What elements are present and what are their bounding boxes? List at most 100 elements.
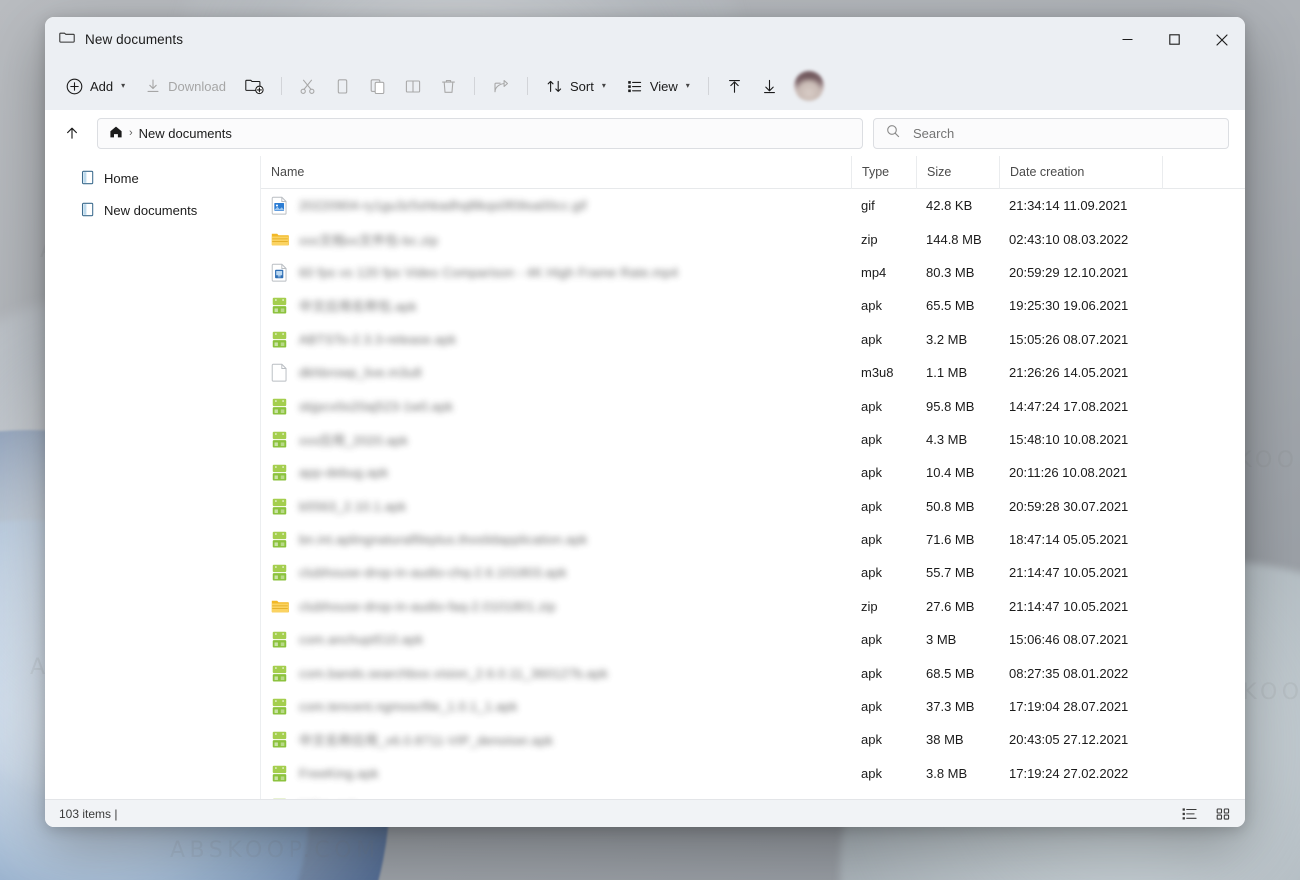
- table-row[interactable]: Hdiav.apkapk33.7 MB16:14:07 14.02.2022: [261, 790, 1245, 799]
- file-name-cell[interactable]: xxx文档xx文件包-bc.zip: [261, 230, 851, 249]
- avatar[interactable]: [794, 71, 824, 101]
- file-name-cell[interactable]: FreeKing.apk: [261, 764, 851, 783]
- copy-button[interactable]: [326, 70, 359, 102]
- file-type-cell: mp4: [851, 265, 916, 280]
- table-row[interactable]: dkhbrowp_live.m3u8m3u81.1 MB21:26:26 14.…: [261, 356, 1245, 389]
- file-name-cell[interactable]: 中文名称应用_v6.0.8711-VIP_denoiser.apk: [261, 730, 851, 749]
- file-name-cell[interactable]: Hdiav.apk: [261, 797, 851, 799]
- file-name-cell[interactable]: 60 fps vs 120 fps Video Comparison - 4K …: [261, 263, 851, 282]
- file-name-label: xxx文档xx文件包-bc.zip: [299, 230, 438, 249]
- file-name-label: clubhouse-drop-in-audio-chq-2.6.101803.a…: [299, 565, 567, 580]
- table-row[interactable]: ABTSTo-2.3.3-release.apkapk3.2 MB15:05:2…: [261, 323, 1245, 356]
- file-name-cell[interactable]: com.anchupt510.apk: [261, 630, 851, 649]
- file-name-cell[interactable]: xxx应用_2020.apk: [261, 430, 851, 449]
- file-type-cell: apk: [851, 298, 916, 313]
- new-folder-button[interactable]: [237, 70, 272, 102]
- file-name-cell[interactable]: 20220904-ry1gu3z5shkadhq8lkqs0f09sa00cc.…: [261, 196, 851, 215]
- file-name-cell[interactable]: clubhouse-drop-in-audio-chq-2.6.101803.a…: [261, 563, 851, 582]
- address-bar[interactable]: › New documents: [97, 118, 863, 149]
- table-row[interactable]: 60 fps vs 120 fps Video Comparison - 4K …: [261, 256, 1245, 289]
- column-header-size[interactable]: Size: [916, 156, 999, 189]
- table-row[interactable]: xxx文档xx文件包-bc.zipzip144.8 MB02:43:10 08.…: [261, 222, 1245, 255]
- file-name-cell[interactable]: com.bands.searchbox.vision_2.6.0.11_3601…: [261, 664, 851, 683]
- minimize-button[interactable]: [1104, 17, 1151, 62]
- table-row[interactable]: com.anchupt510.apkapk3 MB15:06:46 08.07.…: [261, 623, 1245, 656]
- file-name-cell[interactable]: com.tencent.ngmoscfile_1.0.1_1.apk: [261, 697, 851, 716]
- details-view-button[interactable]: [1177, 803, 1201, 825]
- chevron-down-icon: ▾: [121, 82, 125, 90]
- upload-button[interactable]: [718, 70, 751, 102]
- file-name-label: clubhouse-drop-in-audio-faq-2.0101801.zi…: [299, 599, 556, 614]
- file-name-label: app-debug.apk: [299, 465, 388, 480]
- column-header-type[interactable]: Type: [851, 156, 916, 189]
- file-type-cell: apk: [851, 432, 916, 447]
- column-header-date[interactable]: Date creation: [999, 156, 1162, 189]
- sort-label: Sort: [570, 79, 594, 94]
- file-type-cell: apk: [851, 565, 916, 580]
- sidebar-item-home[interactable]: Home: [73, 163, 252, 194]
- table-row[interactable]: xxx应用_2020.apkapk4.3 MB15:48:10 10.08.20…: [261, 423, 1245, 456]
- table-row[interactable]: app-debug.apkapk10.4 MB20:11:26 10.08.20…: [261, 456, 1245, 489]
- file-name-cell[interactable]: clubhouse-drop-in-audio-faq-2.0101801.zi…: [261, 597, 851, 616]
- file-size-cell: 3 MB: [916, 632, 999, 647]
- table-row[interactable]: FreeKing.apkapk3.8 MB17:19:24 27.02.2022: [261, 757, 1245, 790]
- file-type-cell: apk: [851, 732, 916, 747]
- table-row[interactable]: b5563_2.10.1.apkapk50.8 MB20:59:28 30.07…: [261, 490, 1245, 523]
- file-name-cell[interactable]: 中文应用名称包.apk: [261, 296, 851, 315]
- sidebar-item-new-documents[interactable]: New documents: [73, 195, 252, 226]
- maximize-button[interactable]: [1151, 17, 1198, 62]
- file-date-cell: 20:43:05 27.12.2021: [999, 732, 1162, 747]
- breadcrumb[interactable]: New documents: [139, 126, 232, 141]
- file-name-cell[interactable]: bn.int.aplingnaturalfileplus.thoslidappl…: [261, 530, 851, 549]
- file-type-cell: apk: [851, 632, 916, 647]
- apk-file-icon: [271, 630, 288, 649]
- file-list[interactable]: 20220904-ry1gu3z5shkadhq8lkqs0f09sa00cc.…: [261, 189, 1245, 799]
- toolbar-divider: [708, 77, 709, 95]
- file-size-cell: 71.6 MB: [916, 532, 999, 547]
- large-icons-view-button[interactable]: [1211, 803, 1235, 825]
- file-date-cell: 14:47:24 17.08.2021: [999, 399, 1162, 414]
- file-date-cell: 15:48:10 10.08.2021: [999, 432, 1162, 447]
- home-icon[interactable]: [109, 125, 123, 142]
- window-title: New documents: [85, 32, 183, 47]
- share-button[interactable]: [484, 70, 518, 102]
- table-row[interactable]: com.tencent.ngmoscfile_1.0.1_1.apkapk37.…: [261, 690, 1245, 723]
- file-type-cell: apk: [851, 499, 916, 514]
- add-button[interactable]: Add ▾: [57, 70, 134, 102]
- table-row[interactable]: clubhouse-drop-in-audio-chq-2.6.101803.a…: [261, 556, 1245, 589]
- file-name-cell[interactable]: skjpcv0o20aj523-1w0.apk: [261, 397, 851, 416]
- download-button[interactable]: Download: [136, 70, 235, 102]
- view-icon: [626, 78, 643, 95]
- paste-button[interactable]: [361, 70, 394, 102]
- file-type-cell: zip: [851, 232, 916, 247]
- table-row[interactable]: skjpcv0o20aj523-1w0.apkapk95.8 MB14:47:2…: [261, 389, 1245, 422]
- file-type-cell: m3u8: [851, 365, 916, 380]
- table-row[interactable]: 中文应用名称包.apkapk65.5 MB19:25:30 19.06.2021: [261, 289, 1245, 322]
- file-date-cell: 02:43:10 08.03.2022: [999, 232, 1162, 247]
- table-row[interactable]: clubhouse-drop-in-audio-faq-2.0101801.zi…: [261, 590, 1245, 623]
- table-row[interactable]: bn.int.aplingnaturalfileplus.thoslidappl…: [261, 523, 1245, 556]
- file-name-cell[interactable]: ABTSTo-2.3.3-release.apk: [261, 330, 851, 349]
- delete-button[interactable]: [432, 70, 465, 102]
- up-button[interactable]: [57, 118, 87, 148]
- close-button[interactable]: [1198, 17, 1245, 62]
- sort-button[interactable]: Sort ▾: [537, 70, 615, 102]
- search-input[interactable]: [913, 126, 1216, 141]
- table-row[interactable]: 20220904-ry1gu3z5shkadhq8lkqs0f09sa00cc.…: [261, 189, 1245, 222]
- apk-file-icon: [271, 764, 288, 783]
- file-name-cell[interactable]: dkhbrowp_live.m3u8: [261, 363, 851, 382]
- file-name-cell[interactable]: app-debug.apk: [261, 463, 851, 482]
- rename-button[interactable]: [396, 70, 430, 102]
- search-box[interactable]: [873, 118, 1229, 149]
- view-button[interactable]: View ▾: [617, 70, 699, 102]
- download-all-button[interactable]: [753, 70, 786, 102]
- sidebar-item-label: Home: [104, 171, 139, 186]
- view-toggle-group: [1177, 803, 1235, 825]
- table-row[interactable]: 中文名称应用_v6.0.8711-VIP_denoiser.apkapk38 M…: [261, 723, 1245, 756]
- table-row[interactable]: com.bands.searchbox.vision_2.6.0.11_3601…: [261, 656, 1245, 689]
- file-type-cell: apk: [851, 666, 916, 681]
- column-header-name[interactable]: Name: [261, 156, 851, 189]
- file-type-cell: apk: [851, 399, 916, 414]
- file-name-cell[interactable]: b5563_2.10.1.apk: [261, 497, 851, 516]
- cut-button[interactable]: [291, 70, 324, 102]
